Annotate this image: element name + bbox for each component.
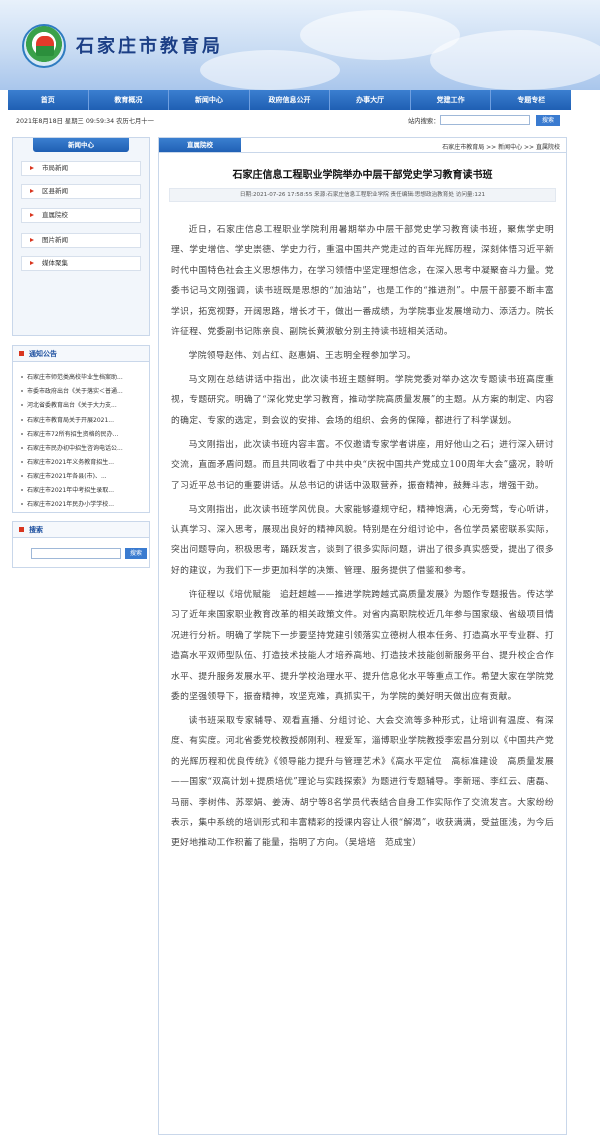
sidebar-item-label: 媒体聚集 bbox=[42, 259, 68, 267]
article-body: 近日，石家庄信息工程职业学院利用暑期举办中层干部党史学习教育读书班，聚焦学史明理… bbox=[171, 220, 554, 854]
news-center-title: 新闻中心 bbox=[33, 138, 129, 152]
article-paragraph: 学院领导赵伟、刘占红、赵惠娟、王志明全程参加学习。 bbox=[188, 351, 417, 362]
notice-item[interactable]: 石家庄市教育局关于开展2021... bbox=[21, 415, 145, 424]
article-panel: 直属院校 石家庄市教育局 >> 新闻中心 >> 直属院校 石家庄信息工程职业学院… bbox=[158, 137, 567, 1135]
sidebar-item-label: 直属院校 bbox=[42, 211, 68, 219]
nav-item-special-topics[interactable]: 专题专栏 bbox=[491, 90, 571, 110]
nav-item-gov-info[interactable]: 政府信息公开 bbox=[250, 90, 331, 110]
arrow-right-icon bbox=[30, 238, 34, 242]
site-search-label: 站内搜索： bbox=[408, 118, 440, 125]
search-title: 搜索 bbox=[29, 526, 43, 534]
section-tab[interactable]: 直属院校 bbox=[159, 138, 241, 153]
sidebar-item-county-news[interactable]: 区县新闻 bbox=[21, 184, 141, 199]
nav-item-home[interactable]: 首页 bbox=[8, 90, 89, 110]
article-paragraph: 近日，石家庄信息工程职业学院利用暑期举办中层干部党史学习教育读书班，聚焦学史明理… bbox=[171, 225, 554, 338]
section-divider bbox=[159, 152, 566, 153]
square-bullet-icon bbox=[19, 527, 24, 532]
main-nav: 首页 教育概况 新闻中心 政府信息公开 办事大厅 党建工作 专题专栏 bbox=[8, 90, 571, 110]
arrow-right-icon bbox=[30, 189, 34, 193]
article-paragraph: 许征程以《培优赋能 追赶超越——推进学院跨越式高质量发展》为题作专题报告。传达学… bbox=[171, 589, 554, 702]
nav-item-news[interactable]: 新闻中心 bbox=[169, 90, 250, 110]
article-paragraph: 马文刚在总结讲话中指出，此次读书班主题鲜明。学院党委对举办这次专题读书班高度重视… bbox=[171, 375, 554, 426]
nav-item-overview[interactable]: 教育概况 bbox=[89, 90, 170, 110]
notice-item[interactable]: 石家庄市师范类高校毕业生档案助... bbox=[21, 372, 145, 381]
sidebar-search-button[interactable]: 搜索 bbox=[125, 548, 147, 559]
arrow-right-icon bbox=[30, 213, 34, 217]
sidebar-item-media-focus[interactable]: 媒体聚集 bbox=[21, 256, 141, 271]
date-text: 2021年8月18日 星期三 09:59:34 农历七月十一 bbox=[16, 118, 154, 125]
notice-item[interactable]: 石家庄市2021年义务教育招生... bbox=[21, 457, 145, 466]
sidebar-search-box: 搜索 搜索 bbox=[12, 521, 150, 568]
notice-item[interactable]: 市委市政府出台《关于落实＜普通... bbox=[21, 386, 145, 395]
notice-item[interactable]: 石家庄市72所有招生资格的民办... bbox=[21, 429, 145, 438]
logo-icon[interactable] bbox=[22, 24, 66, 68]
notices-title: 通知公告 bbox=[29, 350, 57, 358]
arrow-right-icon bbox=[30, 261, 34, 265]
notices-box: 通知公告 石家庄市师范类高校毕业生档案助... 市委市政府出台《关于落实＜普通.… bbox=[12, 345, 150, 513]
search-header: 搜索 bbox=[13, 522, 149, 538]
news-center-box: 新闻中心 市局新闻 区县新闻 直属院校 图片新闻 媒体聚集 bbox=[12, 137, 150, 336]
site-header: 石家庄市教育局 bbox=[0, 0, 600, 90]
article-paragraph: 读书班采取专家辅导、观看直播、分组讨论、大会交流等多种形式，让培训有温度、有深度… bbox=[171, 715, 554, 849]
site-search-button[interactable]: 搜索 bbox=[536, 115, 560, 126]
notice-item[interactable]: 石家庄市民办初中招生咨询电话公... bbox=[21, 443, 145, 452]
sidebar-item-label: 市局新闻 bbox=[42, 164, 68, 172]
breadcrumb[interactable]: 石家庄市教育局 >> 新闻中心 >> 直属院校 bbox=[442, 142, 560, 151]
site-search-input[interactable] bbox=[440, 115, 530, 125]
nav-item-party-work[interactable]: 党建工作 bbox=[411, 90, 492, 110]
article-title: 石家庄信息工程职业学院举办中层干部党史学习教育读书班 bbox=[232, 170, 493, 181]
article-paragraph: 马文刚指出，此次读书班学风优良。大家能够遵规守纪，精神饱满，心无旁骛，专心听讲，… bbox=[171, 504, 554, 576]
notice-item[interactable]: 石家庄市2021年民办小学学校... bbox=[21, 499, 145, 508]
site-title[interactable]: 石家庄市教育局 bbox=[76, 32, 223, 58]
sidebar-search-input[interactable] bbox=[31, 548, 121, 559]
notice-item[interactable]: 石家庄市2021年中考招生录取... bbox=[21, 485, 145, 494]
nav-item-service-hall[interactable]: 办事大厅 bbox=[330, 90, 411, 110]
info-bar: 2021年8月18日 星期三 09:59:34 农历七月十一 站内搜索： 搜索 bbox=[8, 113, 571, 127]
sidebar-item-label: 区县新闻 bbox=[42, 187, 68, 195]
square-bullet-icon bbox=[19, 351, 24, 356]
sidebar-item-affiliated-schools[interactable]: 直属院校 bbox=[21, 208, 141, 223]
sidebar-item-photo-news[interactable]: 图片新闻 bbox=[21, 233, 141, 248]
notice-item[interactable]: 河北省委教育出台《关于大力支... bbox=[21, 400, 145, 409]
arrow-right-icon bbox=[30, 166, 34, 170]
header-cloud bbox=[430, 30, 600, 90]
notices-header: 通知公告 bbox=[13, 346, 149, 362]
notice-item[interactable]: 石家庄市2021年各县(市)、... bbox=[21, 471, 145, 480]
sidebar-item-label: 图片新闻 bbox=[42, 236, 68, 244]
sidebar-item-city-news[interactable]: 市局新闻 bbox=[21, 161, 141, 176]
article-meta: 日期:2021-07-26 17:58:55 来源:石家庄信息工程职业学院 责任… bbox=[169, 188, 556, 202]
article-paragraph: 马文刚指出，此次读书班内容丰富。不仅邀请专家学者讲座，用好他山之石；进行深入研讨… bbox=[171, 439, 554, 491]
